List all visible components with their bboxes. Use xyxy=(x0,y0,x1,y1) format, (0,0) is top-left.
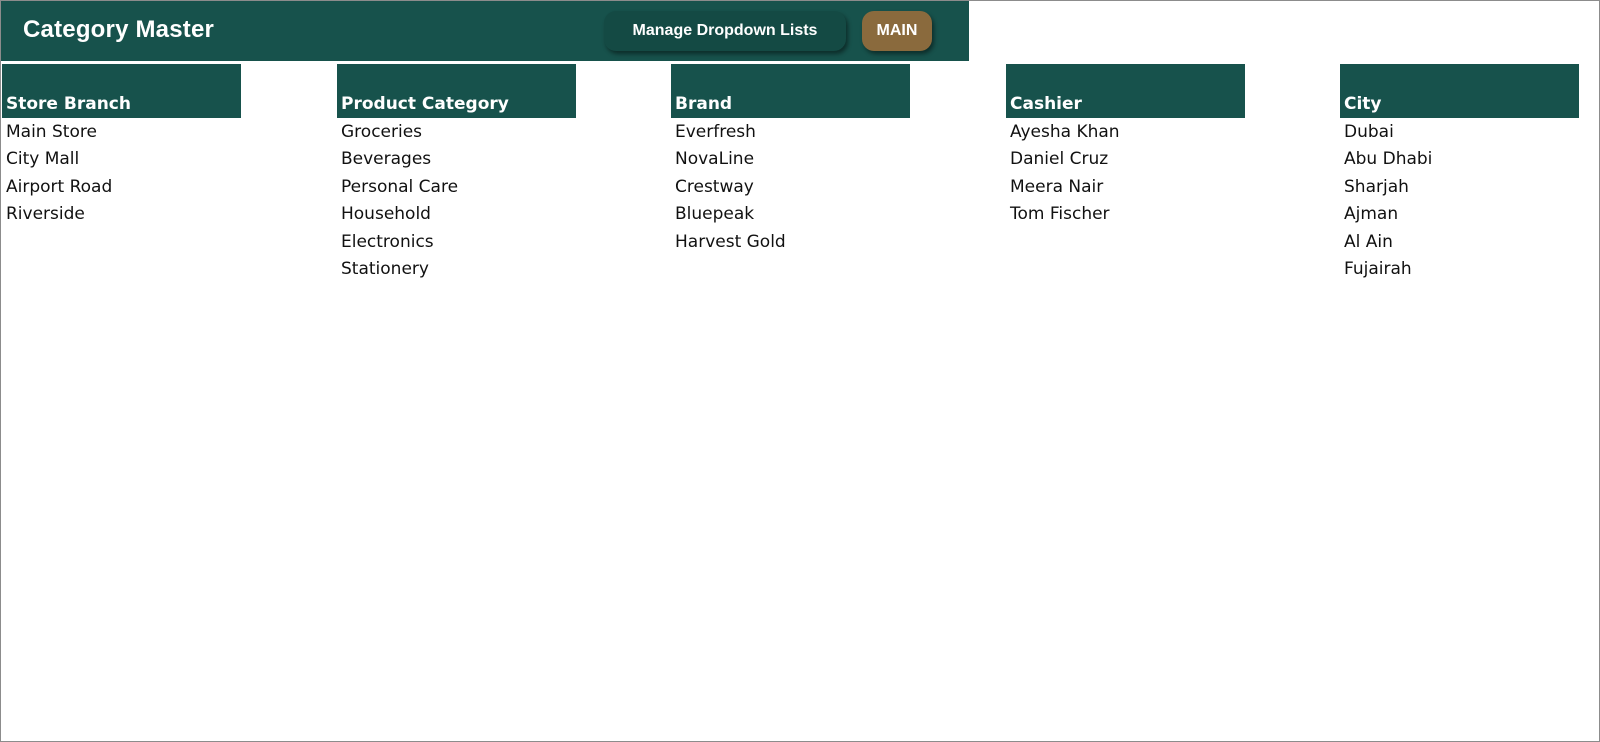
store-branch-list: Main Store City Mall Airport Road Rivers… xyxy=(2,119,242,229)
list-item[interactable]: Tom Fischer xyxy=(1006,201,1246,228)
list-item[interactable]: Groceries xyxy=(337,119,577,146)
cashier-list: Ayesha Khan Daniel Cruz Meera Nair Tom F… xyxy=(1006,119,1246,229)
list-item[interactable]: NovaLine xyxy=(671,146,911,173)
list-item[interactable]: Electronics xyxy=(337,229,577,256)
column-header-cashier[interactable]: Cashier xyxy=(1006,64,1245,118)
list-item[interactable]: Stationery xyxy=(337,256,577,283)
list-item[interactable]: Harvest Gold xyxy=(671,229,911,256)
column-header-store-branch[interactable]: Store Branch xyxy=(2,64,241,118)
list-item[interactable]: Riverside xyxy=(2,201,242,228)
list-item[interactable]: Everfresh xyxy=(671,119,911,146)
brand-list: Everfresh NovaLine Crestway Bluepeak Har… xyxy=(671,119,911,256)
list-item[interactable]: Sharjah xyxy=(1340,174,1580,201)
list-item[interactable]: Beverages xyxy=(337,146,577,173)
list-item[interactable]: Crestway xyxy=(671,174,911,201)
city-list: Dubai Abu Dhabi Sharjah Ajman Al Ain Fuj… xyxy=(1340,119,1580,283)
list-item[interactable]: Personal Care xyxy=(337,174,577,201)
list-item[interactable]: Bluepeak xyxy=(671,201,911,228)
list-item[interactable]: Household xyxy=(337,201,577,228)
list-item[interactable]: Ajman xyxy=(1340,201,1580,228)
list-item[interactable]: Fujairah xyxy=(1340,256,1580,283)
list-item[interactable]: Dubai xyxy=(1340,119,1580,146)
list-item[interactable]: Al Ain xyxy=(1340,229,1580,256)
list-item[interactable]: City Mall xyxy=(2,146,242,173)
column-header-product-category[interactable]: Product Category xyxy=(337,64,576,118)
list-item[interactable]: Ayesha Khan xyxy=(1006,119,1246,146)
product-category-list: Groceries Beverages Personal Care Househ… xyxy=(337,119,577,283)
list-item[interactable]: Airport Road xyxy=(2,174,242,201)
main-button[interactable]: MAIN xyxy=(862,11,932,51)
page-title: Category Master xyxy=(23,16,215,43)
manage-dropdown-lists-button[interactable]: Manage Dropdown Lists xyxy=(604,11,846,51)
title-banner: Category Master Manage Dropdown Lists MA… xyxy=(1,1,969,61)
list-item[interactable]: Abu Dhabi xyxy=(1340,146,1580,173)
worksheet: Category Master Manage Dropdown Lists MA… xyxy=(0,0,1600,742)
list-item[interactable]: Daniel Cruz xyxy=(1006,146,1246,173)
list-item[interactable]: Meera Nair xyxy=(1006,174,1246,201)
column-header-brand[interactable]: Brand xyxy=(671,64,910,118)
list-item[interactable]: Main Store xyxy=(2,119,242,146)
column-header-city[interactable]: City xyxy=(1340,64,1579,118)
